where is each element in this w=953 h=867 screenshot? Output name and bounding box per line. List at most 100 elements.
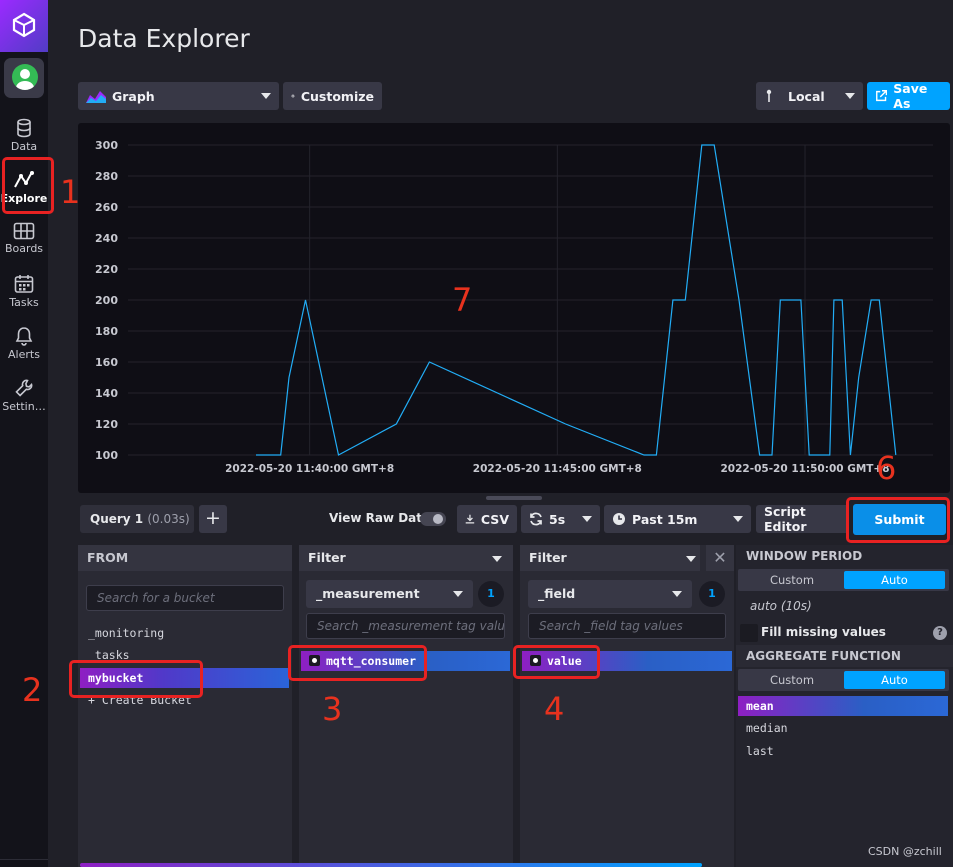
avatar-icon <box>12 64 38 90</box>
refresh-label: 5s <box>549 511 566 527</box>
annotation-number: 2 <box>22 671 43 709</box>
pin-icon <box>766 89 772 102</box>
measurement-search-input[interactable]: Search _measurement tag values <box>306 613 505 639</box>
aggregate-item[interactable]: median <box>738 718 948 738</box>
y-tick-label: 180 <box>95 325 118 338</box>
aggregate-item-selected[interactable]: mean <box>738 696 948 716</box>
aggregate-custom-option[interactable]: Custom <box>742 671 842 689</box>
bucket-item[interactable]: _monitoring <box>80 623 289 643</box>
influxdb-logo[interactable] <box>0 0 48 52</box>
aggregate-panel: WINDOW PERIOD Custom Auto auto (10s) Fil… <box>736 545 953 867</box>
bucket-search-input[interactable]: Search for a bucket <box>86 585 284 611</box>
aggregate-function-header: AGGREGATE FUNCTION <box>736 645 953 667</box>
nav-item-alerts[interactable]: Alerts <box>0 320 48 370</box>
calendar-icon <box>14 275 34 293</box>
filter-key-dropdown[interactable]: _field <box>528 580 692 608</box>
save-as-label: Save As <box>893 81 928 111</box>
filter-count-badge: 1 <box>699 581 725 607</box>
window-auto-option[interactable]: Auto <box>844 571 945 589</box>
chevron-down-icon <box>672 591 682 597</box>
nav-item-boards[interactable]: Boards <box>0 216 48 266</box>
grid-icon <box>13 222 35 240</box>
fill-missing-checkbox[interactable] <box>740 624 758 642</box>
csv-button[interactable]: CSV <box>457 505 517 533</box>
clock-icon <box>613 513 625 525</box>
nav-label: Data <box>10 140 38 153</box>
x-tick-label: 2022-05-20 11:50:00 GMT+8 <box>721 463 890 475</box>
x-tick-label: 2022-05-20 11:40:00 GMT+8 <box>225 463 394 475</box>
annotation-number: 3 <box>322 690 343 728</box>
time-range-dropdown[interactable]: Past 15m <box>604 505 751 533</box>
window-period-value: auto (10s) <box>750 599 812 613</box>
aggregate-item[interactable]: last <box>738 741 948 761</box>
filter-header[interactable]: Filter <box>299 545 513 571</box>
line-chart[interactable]: 100 120 140 160 180 200 220 240 260 280 300 2022-0… <box>78 123 950 493</box>
view-type-dropdown[interactable]: Graph <box>78 82 279 110</box>
filter-header-label: Filter <box>529 550 567 565</box>
chevron-down-icon <box>845 93 855 99</box>
view-type-label: Graph <box>112 88 155 104</box>
page-title: Data Explorer <box>78 24 250 53</box>
nav-item-settings[interactable]: Settin… <box>0 372 48 422</box>
window-custom-option[interactable]: Custom <box>742 571 842 589</box>
refresh-dropdown[interactable]: 5s <box>521 505 600 533</box>
query-tab[interactable]: Query 1 (0.03s) <box>80 505 194 533</box>
y-tick-label: 160 <box>95 356 118 369</box>
timezone-dropdown[interactable]: Local <box>756 82 863 110</box>
close-icon[interactable]: ✕ <box>706 545 734 571</box>
nav-item-data[interactable]: Data <box>0 112 48 162</box>
x-tick-label: 2022-05-20 11:45:00 GMT+8 <box>473 463 642 475</box>
database-icon <box>17 118 31 138</box>
annotation-number: 7 <box>452 281 473 319</box>
user-avatar[interactable] <box>4 58 44 98</box>
customize-button[interactable]: Customize <box>283 82 382 110</box>
view-raw-data-label: View Raw Data <box>329 511 431 525</box>
filter-key-label: _field <box>538 586 576 601</box>
chevron-down-icon <box>261 93 271 99</box>
graph-type-icon <box>86 91 106 103</box>
gear-icon <box>291 94 295 98</box>
timezone-label: Local <box>788 88 825 104</box>
time-range-label: Past 15m <box>632 511 698 527</box>
nav-label: Tasks <box>9 296 39 309</box>
query-builder-scrollbar[interactable] <box>80 863 702 867</box>
save-as-button[interactable]: Save As <box>867 81 950 111</box>
window-period-toggle: Custom Auto <box>738 569 949 591</box>
from-header: FROM <box>78 545 292 571</box>
nav-label: Alerts <box>8 348 40 361</box>
chevron-down-icon <box>492 556 502 562</box>
csv-label: CSV <box>480 511 509 527</box>
y-tick-label: 220 <box>95 263 118 276</box>
filter-header-label: Filter <box>308 550 346 565</box>
script-editor-label: Script Editor <box>764 504 807 534</box>
annotation-box-explore <box>2 157 54 214</box>
watermark: CSDN @zchill <box>868 845 942 858</box>
annotation-box-bucket <box>69 660 203 698</box>
toggle-knob <box>433 514 443 524</box>
help-icon[interactable]: ? <box>933 626 947 640</box>
annotation-box-measurement <box>288 645 427 681</box>
resize-handle[interactable] <box>486 496 542 500</box>
aggregate-auto-option[interactable]: Auto <box>844 671 945 689</box>
field-search-input[interactable]: Search _field tag values <box>528 613 726 639</box>
from-panel: FROM Search for a bucket _monitoring _ta… <box>78 545 292 867</box>
add-query-button[interactable]: + <box>199 505 227 533</box>
customize-label: Customize <box>300 88 374 104</box>
query-tab-label: Query 1 <box>90 512 144 526</box>
script-editor-button[interactable]: Script Editor <box>756 504 849 534</box>
view-raw-data-toggle[interactable] <box>420 512 446 526</box>
chevron-down-icon <box>453 591 463 597</box>
fill-missing-label: Fill missing values <box>761 625 886 639</box>
graph-panel[interactable]: 100 120 140 160 180 200 220 240 260 280 300 2022-0… <box>78 123 950 493</box>
query-tab-time: (0.03s) <box>147 512 190 526</box>
nav-footer <box>0 859 48 867</box>
logo-icon <box>12 12 36 38</box>
nav-item-tasks[interactable]: Tasks <box>0 268 48 318</box>
filter-key-dropdown[interactable]: _measurement <box>306 580 473 608</box>
nav-label: Settin… <box>2 400 46 413</box>
y-tick-label: 120 <box>95 418 118 431</box>
download-icon <box>465 514 475 524</box>
window-period-header: WINDOW PERIOD <box>746 549 863 563</box>
filter-header[interactable]: Filter <box>520 545 700 571</box>
annotation-number: 1 <box>60 173 81 211</box>
